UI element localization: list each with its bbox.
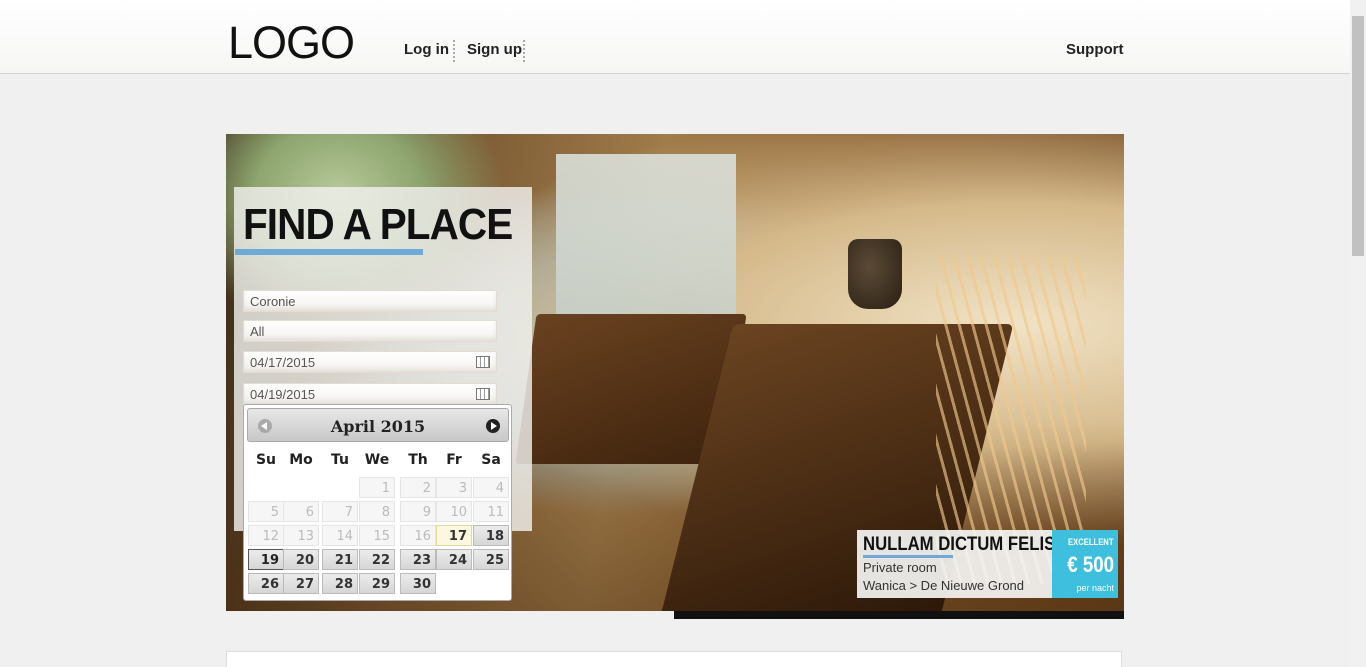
calendar-day[interactable]: 23 xyxy=(400,549,436,570)
weekday-header: Mo xyxy=(289,452,313,468)
search-title: FIND A PLACE xyxy=(243,200,513,249)
checkin-field[interactable]: 04/17/2015 xyxy=(243,351,497,373)
calendar-day[interactable]: 20 xyxy=(283,549,319,570)
location-field[interactable]: Coronie xyxy=(243,290,497,312)
calendar-day: 13 xyxy=(283,525,319,546)
calendar-day: 3 xyxy=(436,477,472,498)
price-value: € 500 xyxy=(1067,552,1114,577)
calendar-day: 2 xyxy=(400,477,436,498)
calendar-day[interactable]: 27 xyxy=(283,573,319,594)
weekday-header: Th xyxy=(408,452,428,468)
calendar-day: 4 xyxy=(473,477,509,498)
weekday-header: Su xyxy=(255,452,277,468)
checkout-field[interactable]: 04/19/2015 xyxy=(243,383,497,405)
calendar-day[interactable]: 26 xyxy=(248,573,284,594)
calendar-day[interactable]: 25 xyxy=(473,549,509,570)
next-month-icon[interactable] xyxy=(486,419,500,433)
support-link[interactable]: Support xyxy=(1066,41,1124,58)
scrollbar-thumb[interactable] xyxy=(1352,16,1364,256)
calendar-day: 5 xyxy=(248,501,284,522)
title-underline xyxy=(235,249,423,255)
checkout-value: 04/19/2015 xyxy=(250,387,316,402)
calendar-day[interactable]: 22 xyxy=(359,549,395,570)
content-section xyxy=(226,651,1122,667)
signup-link[interactable]: Sign up xyxy=(467,41,522,58)
calendar-day: 6 xyxy=(283,501,319,522)
calendar-day[interactable]: 29 xyxy=(359,573,395,594)
calendar-day[interactable]: 21 xyxy=(322,549,358,570)
calendar-day: 10 xyxy=(436,501,472,522)
calendar-day: 12 xyxy=(248,525,284,546)
weekday-header: Tu xyxy=(331,452,349,468)
hero-bottom-bar xyxy=(674,611,1124,619)
weekday-header: Sa xyxy=(481,452,501,468)
calendar-icon[interactable] xyxy=(476,388,490,400)
type-field[interactable]: All xyxy=(243,320,497,342)
calendar-day[interactable]: 18 xyxy=(473,525,509,546)
calendar-day[interactable]: 28 xyxy=(322,573,358,594)
listing-underline xyxy=(863,555,953,558)
price-badge: EXCELLENT € 500 per nacht xyxy=(1052,530,1118,598)
listing-room-type: Private room xyxy=(863,560,937,575)
calendar-empty-cell xyxy=(322,477,358,498)
hero-pot-decor xyxy=(848,239,902,309)
site-header: LOGO Log in Sign up Support xyxy=(0,0,1350,74)
calendar-day: 14 xyxy=(322,525,358,546)
calendar-day: 11 xyxy=(473,501,509,522)
nav-divider xyxy=(453,40,455,62)
price-unit: per nacht xyxy=(1076,583,1114,593)
weekday-header: Fr xyxy=(446,452,462,468)
checkin-value: 04/17/2015 xyxy=(250,355,316,370)
site-logo[interactable]: LOGO xyxy=(228,20,355,65)
page-scrollbar[interactable] xyxy=(1350,0,1366,667)
calendar-day: 16 xyxy=(400,525,436,546)
listing-title[interactable]: NULLAM DICTUM FELIS xyxy=(863,534,1055,556)
listing-location: Wanica > De Nieuwe Grond xyxy=(863,578,1025,593)
calendar-day: 7 xyxy=(322,501,358,522)
calendar-day: 8 xyxy=(359,501,395,522)
rating-label: EXCELLENT xyxy=(1068,537,1114,547)
calendar-day: 15 xyxy=(359,525,395,546)
calendar-empty-cell xyxy=(283,477,319,498)
datepicker-header: April 2015 xyxy=(247,408,509,442)
calendar-day[interactable]: 19 xyxy=(248,549,284,570)
calendar-day: 1 xyxy=(359,477,395,498)
datepicker: April 2015 Su Mo Tu We Th Fr Sa 1 2 3 4 5 6 7 8 9 10 11 12… xyxy=(243,404,512,601)
calendar-empty-cell xyxy=(248,477,284,498)
listing-card[interactable]: NULLAM DICTUM FELIS Private room Wanica … xyxy=(857,530,1055,598)
datepicker-month-title: April 2015 xyxy=(330,417,426,436)
login-link[interactable]: Log in xyxy=(404,41,449,58)
weekday-header: We xyxy=(364,452,390,468)
calendar-day[interactable]: 30 xyxy=(400,573,436,594)
calendar-day[interactable]: 17 xyxy=(436,525,472,546)
calendar-day[interactable]: 24 xyxy=(436,549,472,570)
calendar-day: 9 xyxy=(400,501,436,522)
calendar-icon[interactable] xyxy=(476,356,490,368)
nav-divider xyxy=(523,40,525,62)
